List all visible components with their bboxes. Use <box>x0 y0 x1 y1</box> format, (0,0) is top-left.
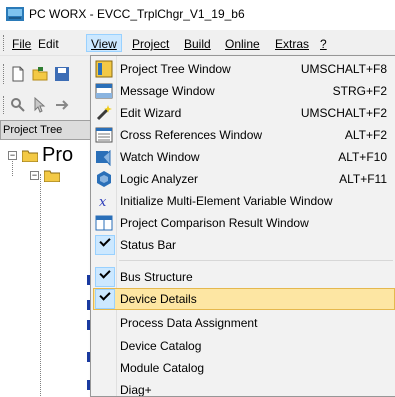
menu-view[interactable]: View <box>86 34 122 52</box>
zoom-icon[interactable] <box>10 97 26 113</box>
tree-root-label[interactable]: Pro <box>42 144 73 167</box>
initialize-variable-icon: x <box>99 195 107 210</box>
menu-item-message-window[interactable]: Message Window STRG+F2 <box>93 80 395 102</box>
app-logo-icon <box>6 7 24 21</box>
menu-item-project-tree-window[interactable]: Project Tree Window UMSCHALT+F8 <box>93 58 395 80</box>
menu-item-device-catalog[interactable]: Device Catalog <box>93 335 395 357</box>
arrow-right-icon[interactable] <box>54 97 70 113</box>
message-window-icon <box>95 83 113 99</box>
svg-text:x: x <box>99 195 107 210</box>
menu-extras[interactable]: Extras <box>271 35 313 53</box>
project-tree-header: Project Tree <box>0 120 92 140</box>
title-bar: PC WORX - EVCC_TrplChgr_V1_19_b6 <box>0 0 395 30</box>
checkmark-icon <box>95 289 115 309</box>
menu-bar-grip[interactable] <box>3 35 6 51</box>
menu-edit[interactable]: Edit <box>34 35 63 53</box>
menu-file[interactable]: File <box>8 35 35 53</box>
menu-item-initialize-multi-element-variable-window[interactable]: x Initialize Multi-Element Variable Wind… <box>93 190 395 212</box>
menu-item-module-catalog[interactable]: Module Catalog <box>93 357 395 379</box>
logic-analyzer-icon <box>97 171 111 187</box>
tree-collapse-toggle[interactable]: − <box>8 151 17 160</box>
folder-icon <box>22 150 38 162</box>
menu-item-watch-window[interactable]: Watch Window ALT+F10 <box>93 146 395 168</box>
menu-item-device-details[interactable]: Device Details <box>93 288 395 310</box>
open-folder-icon[interactable] <box>32 66 48 82</box>
menu-item-status-bar[interactable]: Status Bar <box>93 234 395 256</box>
menu-separator <box>119 260 393 261</box>
menu-help[interactable]: ? <box>316 35 331 53</box>
menu-item-project-comparison-result-window[interactable]: Project Comparison Result Window <box>93 212 395 234</box>
project-tree-panel: Project Tree − Pro − <box>0 120 92 397</box>
toolbar-grip-2[interactable] <box>3 96 6 114</box>
menu-online[interactable]: Online <box>221 35 264 53</box>
menu-project[interactable]: Project <box>128 35 173 53</box>
new-file-icon[interactable] <box>10 66 26 82</box>
view-menu-dropdown: Project Tree Window UMSCHALT+F8 Message … <box>90 55 395 397</box>
menu-item-cross-references-window[interactable]: Cross References Window ALT+F2 <box>93 124 395 146</box>
checkmark-icon <box>95 235 115 255</box>
tree-child-collapse-toggle[interactable]: − <box>30 171 39 180</box>
menu-item-process-data-assignment[interactable]: Process Data Assignment <box>93 312 395 334</box>
checkmark-icon <box>95 267 115 287</box>
edit-wizard-icon <box>96 105 112 121</box>
cross-references-icon <box>95 127 113 143</box>
menu-item-logic-analyzer[interactable]: Logic Analyzer ALT+F11 <box>93 168 395 190</box>
menu-item-bus-structure[interactable]: Bus Structure <box>93 266 395 288</box>
menu-bar: File Edit View Project Build Online Extr… <box>0 30 395 56</box>
pointer-icon[interactable] <box>32 97 48 113</box>
window-title: PC WORX - EVCC_TrplChgr_V1_19_b6 <box>29 7 245 21</box>
watch-window-icon <box>96 149 111 166</box>
save-icon[interactable] <box>54 66 70 82</box>
menu-build[interactable]: Build <box>180 35 215 53</box>
toolbar-grip[interactable] <box>3 64 6 84</box>
project-comparison-icon <box>95 215 113 231</box>
menu-item-diag-plus[interactable]: Diag+ <box>93 379 395 396</box>
project-tree-icon <box>95 60 113 78</box>
tree-connector-child <box>40 174 41 397</box>
folder-icon-child <box>44 170 60 182</box>
menu-item-edit-wizard[interactable]: Edit Wizard UMSCHALT+F2 <box>93 102 395 124</box>
